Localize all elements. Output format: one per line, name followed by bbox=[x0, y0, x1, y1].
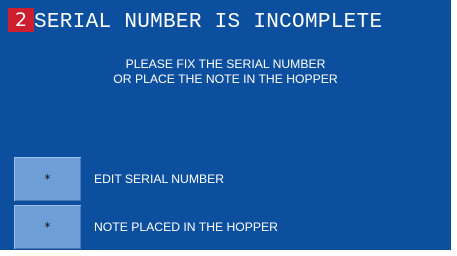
instruction-message: PLEASE FIX THE SERIAL NUMBER OR PLACE TH… bbox=[0, 57, 451, 87]
edit-serial-number-label: EDIT SERIAL NUMBER bbox=[94, 172, 225, 186]
dialog-panel: 2 SERIAL NUMBER IS INCOMPLETE PLEASE FIX… bbox=[0, 0, 451, 250]
atm-screen: 2 SERIAL NUMBER IS INCOMPLETE PLEASE FIX… bbox=[0, 0, 457, 256]
edit-serial-number-button[interactable]: * bbox=[14, 157, 81, 201]
option-note-placed-in-hopper: * NOTE PLACED IN THE HOPPER bbox=[14, 205, 444, 249]
option-edit-serial-number: * EDIT SERIAL NUMBER bbox=[14, 157, 444, 201]
note-placed-in-hopper-button[interactable]: * bbox=[14, 205, 81, 249]
screen-title: SERIAL NUMBER IS INCOMPLETE bbox=[34, 11, 383, 34]
note-placed-in-hopper-label: NOTE PLACED IN THE HOPPER bbox=[94, 220, 278, 234]
step-number-badge: 2 bbox=[8, 8, 34, 32]
instruction-line-1: PLEASE FIX THE SERIAL NUMBER bbox=[125, 57, 326, 71]
instruction-line-2: OR PLACE THE NOTE IN THE HOPPER bbox=[113, 72, 338, 86]
